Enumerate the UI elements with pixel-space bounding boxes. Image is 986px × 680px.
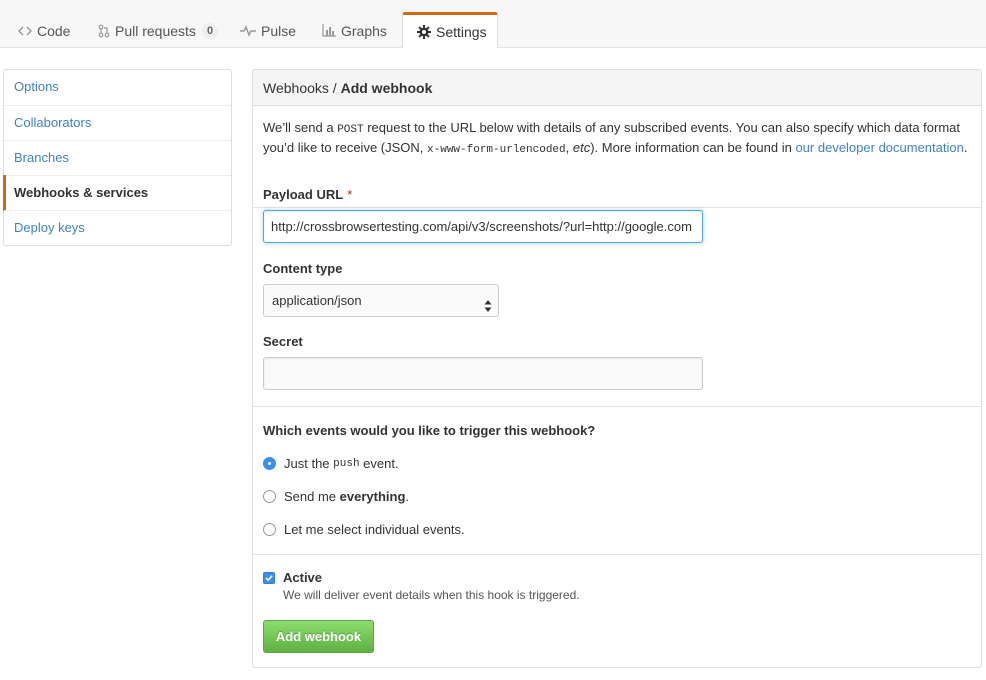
events-question: Which events would you like to trigger t… xyxy=(263,423,596,438)
repo-tab-bar: Code Pull requests 0 Pulse Graphs Settin… xyxy=(0,0,986,49)
pull-requests-count-badge: 0 xyxy=(201,22,219,39)
tab-pull-requests-label: Pull requests xyxy=(115,22,196,39)
intro-end: . xyxy=(963,140,968,155)
sidebar-item-webhooks-services[interactable]: Webhooks & services xyxy=(3,175,231,211)
event-option-individual[interactable]: Let me select individual events. xyxy=(263,522,465,537)
tab-pulse-label: Pulse xyxy=(261,22,297,39)
settings-sidebar-menu: Options Collaborators Branches Webhooks … xyxy=(3,69,232,246)
page-title: Webhooks / Add webhook xyxy=(253,70,981,106)
event-option-everything[interactable]: Send me everything. xyxy=(263,489,409,504)
select-arrows-icon xyxy=(484,293,492,312)
tab-graphs[interactable]: Graphs xyxy=(308,12,401,49)
payload-url-label-text: Payload URL xyxy=(263,187,344,202)
intro-comma: , xyxy=(565,140,573,155)
breadcrumb-webhooks[interactable]: Webhooks xyxy=(263,80,329,96)
event-option-individual-label: Let me select individual events. xyxy=(284,522,465,537)
breadcrumb-current: Add webhook xyxy=(340,80,433,96)
push-code: push xyxy=(333,457,360,470)
section-divider-2 xyxy=(253,554,981,555)
tab-code-label: Code xyxy=(37,22,71,39)
content-type-select[interactable]: application/json xyxy=(263,284,499,317)
active-label[interactable]: Active xyxy=(283,570,322,585)
secret-input[interactable] xyxy=(263,357,703,390)
pull-request-icon xyxy=(98,24,110,38)
payload-url-label: Payload URL * xyxy=(263,187,352,202)
tab-pulse[interactable]: Pulse xyxy=(226,12,310,49)
intro-part3: ). More information can be found in xyxy=(590,140,796,155)
content-type-label: Content type xyxy=(263,261,343,276)
tab-code[interactable]: Code xyxy=(4,12,84,49)
event-option-everything-post: . xyxy=(405,489,410,504)
pulse-icon xyxy=(240,24,256,37)
add-webhook-button[interactable]: Add webhook xyxy=(263,620,374,653)
code-icon xyxy=(18,25,32,37)
event-option-push-pre: Just the xyxy=(284,456,334,471)
gear-icon xyxy=(417,24,431,39)
event-option-push-post: event. xyxy=(359,456,399,471)
breadcrumb-separator: / xyxy=(328,80,341,96)
tab-graphs-label: Graphs xyxy=(341,22,387,39)
tab-settings-label: Settings xyxy=(436,23,487,40)
add-webhook-panel: Webhooks / Add webhook We’ll send a POST… xyxy=(252,69,982,668)
radio-individual[interactable] xyxy=(263,523,276,536)
graph-icon xyxy=(322,24,336,37)
check-icon xyxy=(265,575,273,582)
sidebar-item-options[interactable]: Options xyxy=(4,70,231,105)
active-note: We will deliver event details when this … xyxy=(283,588,580,602)
sidebar-item-collaborators[interactable]: Collaborators xyxy=(4,105,231,140)
event-option-push[interactable]: Just the push event. xyxy=(263,456,399,471)
required-mark: * xyxy=(347,187,353,202)
tab-settings[interactable]: Settings xyxy=(402,12,498,49)
sidebar-item-deploy-keys[interactable]: Deploy keys xyxy=(4,210,231,245)
intro-etc: etc xyxy=(572,140,591,155)
intro-post-code: POST xyxy=(337,124,364,136)
payload-url-value: http://crossbrowsertesting.com/api/v3/sc… xyxy=(271,219,692,234)
tab-pull-requests[interactable]: Pull requests 0 xyxy=(84,12,232,49)
event-option-everything-pre: Send me xyxy=(284,489,340,504)
intro-urlencoded-code: x-www-form-urlencoded xyxy=(427,144,566,156)
intro-part1: We’ll send a xyxy=(263,120,338,135)
secret-label: Secret xyxy=(263,334,303,349)
section-divider xyxy=(253,406,981,407)
radio-everything[interactable] xyxy=(263,490,276,503)
payload-url-input[interactable]: http://crossbrowsertesting.com/api/v3/sc… xyxy=(263,210,703,243)
sidebar-item-branches[interactable]: Branches xyxy=(4,140,231,175)
content-type-value: application/json xyxy=(272,293,362,308)
everything-bold: everything xyxy=(339,489,406,504)
active-checkbox[interactable] xyxy=(263,572,275,584)
developer-documentation-link[interactable]: our developer documentation xyxy=(795,140,963,155)
intro-text: We’ll send a POST request to the URL bel… xyxy=(253,106,981,208)
radio-push-selected[interactable] xyxy=(263,457,276,470)
